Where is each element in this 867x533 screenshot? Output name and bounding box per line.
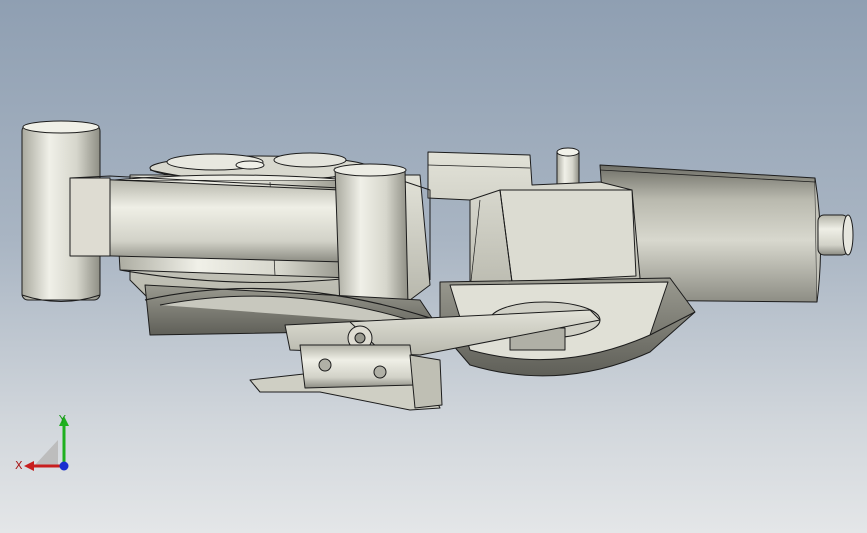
3d-graphics-viewport[interactable]: Y X [0,0,867,533]
x-axis-arrowhead [24,461,34,471]
gearbox-right-cylinder[interactable] [333,163,409,314]
coordinate-triad: Y X [15,413,69,472]
x-axis-label: X [15,459,23,472]
motor-gearbox-assembly-model[interactable] [0,0,867,533]
y-axis-label: Y [58,413,66,426]
left-mounting-bracket[interactable] [69,175,346,263]
z-axis-dot [59,461,69,471]
